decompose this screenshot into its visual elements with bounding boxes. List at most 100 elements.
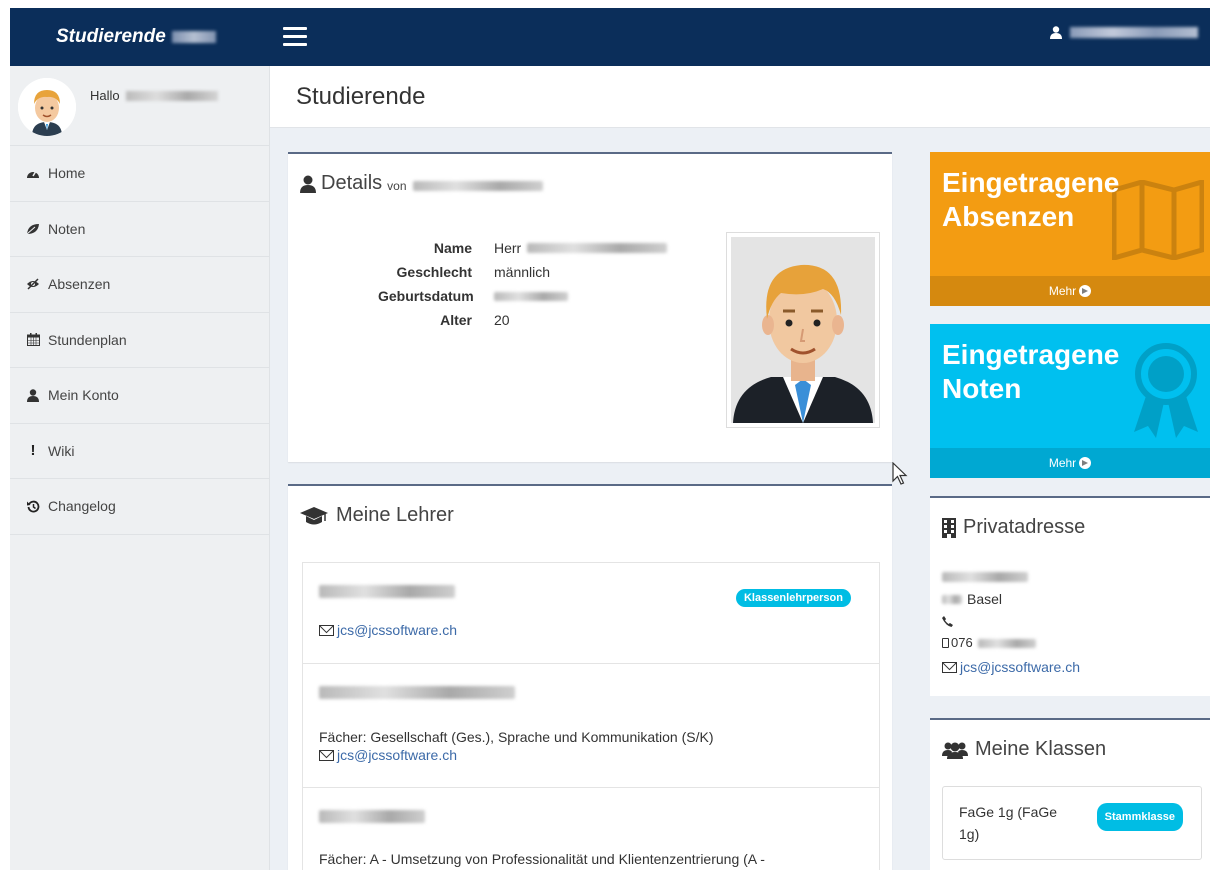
sidebar-item-label: Changelog <box>48 498 116 515</box>
lehrer-list: Klassenlehrperson jcs@jcssoftware.ch Fäc… <box>302 562 880 870</box>
sidebar-item-absenzen[interactable]: Absenzen <box>10 257 269 313</box>
lehrer-faecher: Fächer: A - Umsetzung von Professionalit… <box>319 851 765 867</box>
calendar-icon <box>26 333 40 347</box>
klasse-card[interactable]: FaGe 1g (FaGe 1g) Stammklasse <box>942 786 1202 860</box>
sidebar-item-home[interactable]: Home <box>10 146 269 202</box>
greeting-text: Hallo <box>90 88 120 103</box>
lehrer-email-link[interactable]: jcs@jcssoftware.ch <box>319 747 863 763</box>
user-icon <box>300 175 316 193</box>
details-title: Details von <box>300 172 543 195</box>
details-list: Name Herr Geschlecht männlich Geburtsdat… <box>378 236 668 332</box>
noten-tile-title: Eingetragene Noten <box>942 338 1119 406</box>
lehrer-item: Fächer: A - Umsetzung von Professionalit… <box>303 788 879 870</box>
sidebar-item-label: Home <box>48 165 86 182</box>
user-menu[interactable] <box>1050 26 1198 39</box>
building-icon <box>942 517 956 538</box>
address-block: Basel 076 jcs@jcssoftware.ch <box>942 566 1080 678</box>
menu-toggle-icon[interactable] <box>283 27 307 47</box>
detail-value: Herr <box>494 236 668 260</box>
page-title-text: Studierende <box>296 82 426 110</box>
user-icon <box>1050 26 1062 39</box>
envelope-icon <box>319 624 334 636</box>
stammklasse-badge: Stammklasse <box>1096 803 1183 831</box>
detail-row: Name Herr <box>378 236 668 260</box>
absenzen-more-link[interactable]: Mehr <box>930 276 1210 306</box>
phone-icon <box>942 615 953 627</box>
lehrer-name-redacted <box>319 585 455 598</box>
envelope-icon <box>942 661 957 673</box>
detail-value: 20 <box>494 312 510 328</box>
zip-redacted <box>942 594 962 604</box>
avatar <box>18 78 76 136</box>
street-line <box>942 566 1080 588</box>
noten-tile[interactable]: Eingetragene Noten Mehr <box>930 324 1210 478</box>
mobile-prefix-text: 076 <box>951 635 973 650</box>
lehrer-faecher: Fächer: Gesellschaft (Ges.), Sprache und… <box>319 729 714 745</box>
noten-title-line2: Noten <box>942 373 1022 404</box>
details-name-redacted <box>412 180 543 191</box>
noten-more-link[interactable]: Mehr <box>930 448 1210 478</box>
exclamation-icon: ! <box>30 442 36 460</box>
lehrer-name-redacted <box>319 810 425 823</box>
history-icon <box>26 499 40 513</box>
sidebar-item-wiki[interactable]: ! Wiki <box>10 424 269 479</box>
users-icon <box>942 742 968 759</box>
envelope-icon <box>319 749 334 761</box>
mobile-icon <box>942 638 949 648</box>
lehrer-title-text: Meine Lehrer <box>336 504 454 526</box>
map-icon <box>1112 180 1204 260</box>
privatadresse-box: Privatadresse Basel 076 jcs@jcssoftware.… <box>930 496 1210 696</box>
sidebar-item-noten[interactable]: Noten <box>10 202 269 257</box>
lehrer-email-link[interactable]: jcs@jcssoftware.ch <box>319 622 863 638</box>
user-panel: Hallo <box>10 66 269 146</box>
phone-line <box>942 610 1080 632</box>
lehrer-name-redacted <box>319 686 515 699</box>
lehrer-email-text: jcs@jcssoftware.ch <box>337 747 458 763</box>
page-title: Studierende <box>270 66 1210 128</box>
klassen-title-text: Meine Klassen <box>975 738 1107 760</box>
absenzen-tile[interactable]: Eingetragene Absenzen Mehr <box>930 152 1210 306</box>
mobile-line: 076 <box>942 632 1080 654</box>
sidebar-item-mein-konto[interactable]: Mein Konto <box>10 368 269 424</box>
sidebar-item-stundenplan[interactable]: Stundenplan <box>10 313 269 368</box>
privatadresse-title-text: Privatadresse <box>963 516 1086 538</box>
eye-slash-icon <box>26 277 40 291</box>
noten-more-text: Mehr <box>1048 456 1077 470</box>
profile-photo <box>726 232 880 428</box>
arrow-circle-right-icon <box>1079 457 1092 469</box>
dashboard-icon <box>26 166 40 180</box>
greeting: Hallo <box>90 88 218 103</box>
city-line: Basel <box>942 588 1080 610</box>
leaf-icon <box>26 222 40 236</box>
detail-value: männlich <box>494 264 551 280</box>
privat-email-link[interactable]: jcs@jcssoftware.ch <box>942 656 1080 678</box>
lehrer-email-text: jcs@jcssoftware.ch <box>337 622 458 638</box>
user-name-redacted <box>1070 27 1198 38</box>
detail-key: Name <box>433 240 472 256</box>
mouse-cursor-icon <box>892 462 908 485</box>
detail-row: Geburtsdatum <box>378 284 667 308</box>
detail-row: Alter 20 <box>378 308 667 332</box>
absenzen-title-line2: Absenzen <box>942 201 1075 232</box>
lehrer-item: Klassenlehrperson jcs@jcssoftware.ch <box>303 563 879 664</box>
award-ribbon-icon <box>1134 343 1198 438</box>
detail-value <box>494 284 568 308</box>
greeting-name-redacted <box>125 90 218 101</box>
absenzen-more-text: Mehr <box>1048 284 1077 298</box>
detail-value-text: Herr <box>494 240 522 256</box>
brand-logo[interactable]: Studierende <box>10 8 270 66</box>
detail-key: Alter <box>440 312 472 328</box>
graduation-cap-icon <box>300 506 328 524</box>
street-redacted <box>942 572 1028 582</box>
klassen-title: Meine Klassen <box>942 738 1106 761</box>
sidebar-item-changelog[interactable]: Changelog <box>10 479 269 535</box>
detail-row: Geschlecht männlich <box>378 260 667 284</box>
main-content: Studierende Details von Name Herr Geschl… <box>270 66 1210 870</box>
sidebar-item-label: Wiki <box>48 442 75 459</box>
lehrer-title: Meine Lehrer <box>300 504 454 527</box>
detail-name-redacted <box>527 243 668 253</box>
klassenlehrperson-badge: Klassenlehrperson <box>735 589 851 607</box>
noten-title-line1: Eingetragene <box>942 339 1120 370</box>
sidebar-item-label: Noten <box>48 220 86 237</box>
user-icon <box>26 388 40 402</box>
